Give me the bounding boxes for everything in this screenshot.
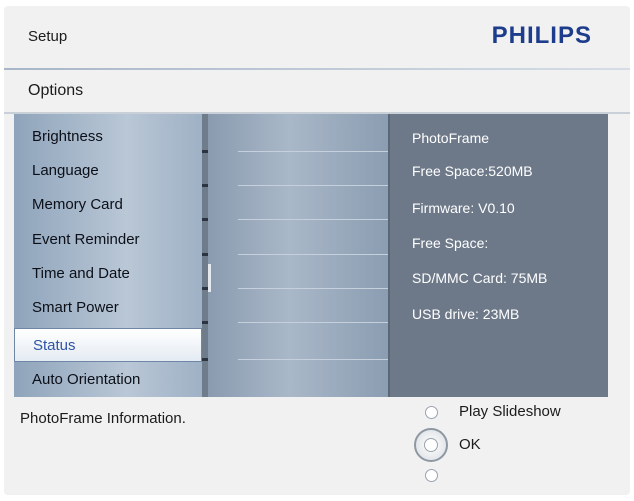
brand-logo: PHILIPS [491, 22, 592, 49]
info-device-name: PhotoFrame [412, 130, 490, 146]
submenu-line [238, 254, 388, 255]
menu-item-status[interactable]: Status [14, 328, 202, 362]
submenu-line [238, 219, 388, 220]
submenu-column [208, 114, 388, 397]
scroll-indicator [208, 264, 211, 292]
submenu-line [238, 151, 388, 152]
ok-label: OK [459, 436, 481, 453]
info-free-space: Free Space:520MB [412, 163, 533, 179]
options-menu: Brightness Language Memory Card Event Re… [14, 114, 202, 397]
menu-item-auto-orientation[interactable]: Auto Orientation [14, 363, 202, 397]
options-bar: Options [4, 70, 630, 114]
submenu-line [238, 185, 388, 186]
page-title: Setup [28, 28, 68, 45]
play-slideshow-button[interactable]: Play Slideshow [459, 403, 561, 420]
options-title: Options [28, 82, 84, 99]
menu-item-memory-card[interactable]: Memory Card [14, 188, 202, 222]
submenu-line [238, 322, 388, 323]
settings-panel: Brightness Language Memory Card Event Re… [14, 114, 608, 397]
down-indicator-icon [425, 469, 438, 482]
status-info-panel: PhotoFrame Free Space:520MB Firmware: V0… [388, 114, 608, 397]
info-usb-drive: USB drive: 23MB [412, 306, 520, 322]
submenu-line [238, 359, 388, 360]
info-sd-card: SD/MMC Card: 75MB [412, 270, 548, 286]
play-slideshow-indicator-icon [425, 406, 438, 419]
menu-item-time-and-date[interactable]: Time and Date [14, 257, 202, 291]
menu-item-smart-power[interactable]: Smart Power [14, 291, 202, 325]
dial-center-icon [424, 438, 438, 452]
menu-item-language[interactable]: Language [14, 154, 202, 188]
info-free-space-heading: Free Space: [412, 235, 489, 251]
menu-item-event-reminder[interactable]: Event Reminder [14, 223, 202, 257]
ok-button[interactable] [414, 428, 448, 462]
info-firmware: Firmware: V0.10 [412, 200, 515, 216]
menu-item-brightness[interactable]: Brightness [14, 120, 202, 154]
header: Setup PHILIPS [4, 6, 630, 68]
submenu-line [238, 288, 388, 289]
status-message: PhotoFrame Information. [20, 410, 186, 427]
